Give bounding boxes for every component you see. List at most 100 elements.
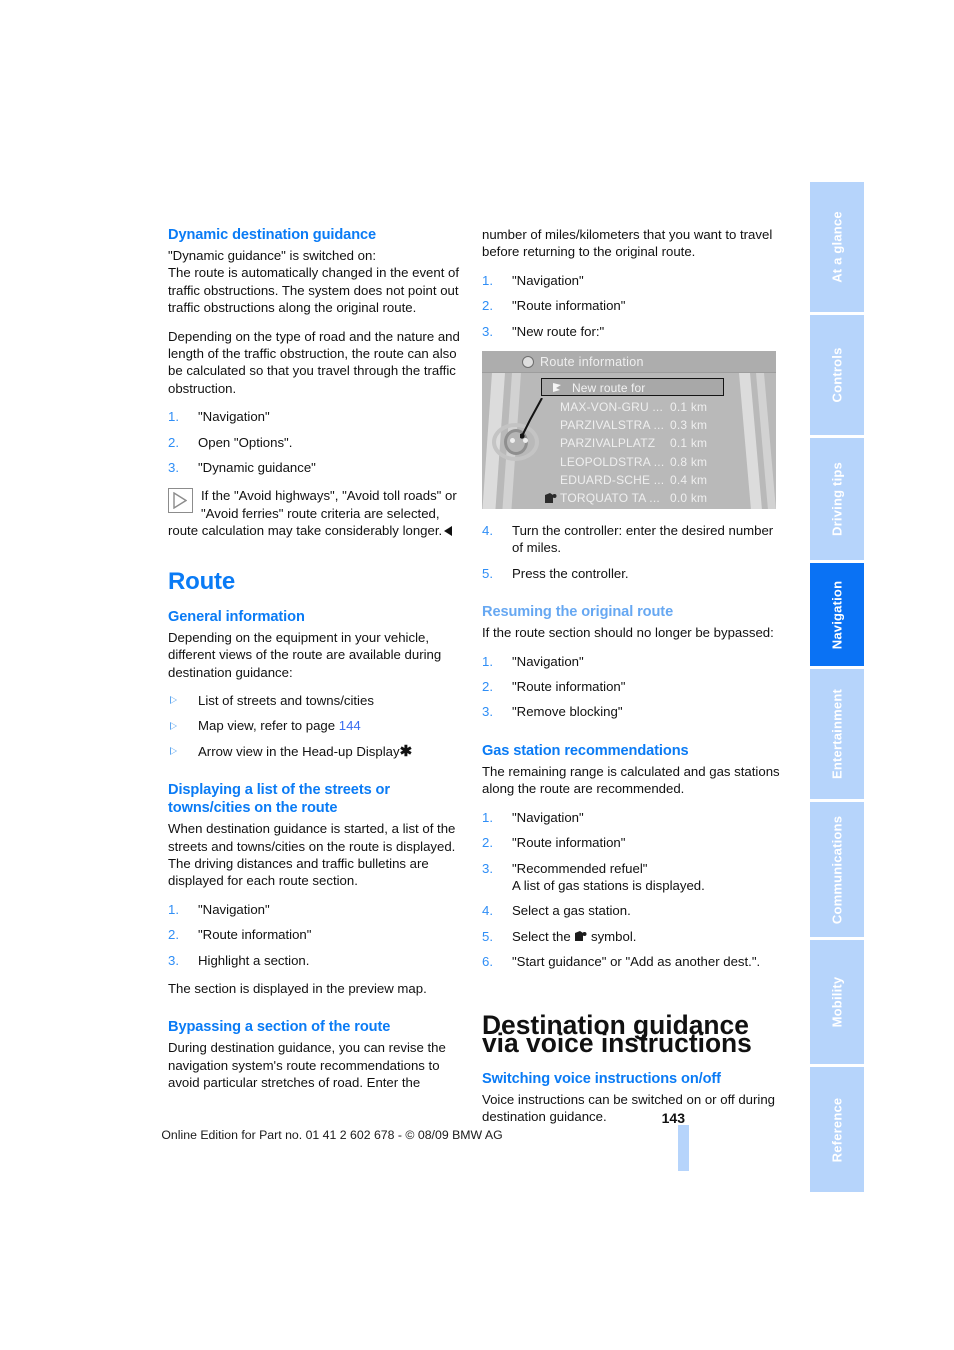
steps-resuming: "Navigation" "Route information" "Remove… xyxy=(482,653,784,722)
note-triangle-icon xyxy=(168,488,193,514)
step-item: "Recommended refuel" A list of gas stati… xyxy=(482,860,784,895)
sidebar-tab-driving-tips[interactable]: Driving tips xyxy=(810,438,864,560)
paragraph-dynamic-1: "Dynamic guidance" is switched on: The r… xyxy=(168,248,460,316)
step-item: Highlight a section. xyxy=(168,952,310,970)
bullets-route-views: List of streets and towns/cities Map vie… xyxy=(168,692,470,760)
highlighted-row-label: New route for xyxy=(572,381,646,396)
sidebar-tab-label: Mobility xyxy=(829,976,845,1028)
route-distance: 0.1 km xyxy=(670,400,708,415)
list-item: Map view, refer to page 144 xyxy=(168,717,470,734)
paragraph-displaying-list: When destination guidance is started, a … xyxy=(168,821,456,889)
screenshot-route-list: MAX-VON-GRU ... 0.1 km PARZIVALSTRA ... … xyxy=(482,399,776,508)
route-distance: 0.0 km xyxy=(670,490,708,505)
sidebar-tab-navigation[interactable]: Navigation xyxy=(810,563,864,666)
note-text: If the "Avoid highways", "Avoid toll roa… xyxy=(168,488,457,539)
step-label-suffix: symbol. xyxy=(587,928,637,944)
sidebar-tab-communications[interactable]: Communications xyxy=(810,802,864,937)
step-sublabel: A list of gas stations is displayed. xyxy=(512,877,705,893)
step-item: "Route information" xyxy=(482,297,626,315)
step-item: "Navigation" xyxy=(482,809,584,827)
step-item: "Route information" xyxy=(168,926,312,944)
route-street-name: TORQUATO TA ... xyxy=(560,490,660,505)
steps-dynamic-guidance: "Navigation" Open "Options". "Dynamic gu… xyxy=(168,408,470,477)
table-row[interactable]: EDUARD-SCHE ... 0.4 km xyxy=(482,472,776,490)
sidebar-tab-label: Communications xyxy=(829,815,845,924)
list-item: List of streets and towns/cities xyxy=(168,692,470,709)
step-item: "Navigation" xyxy=(482,653,584,671)
screenshot-title: Route information xyxy=(540,355,644,370)
step-item: Select a gas station. xyxy=(482,902,631,920)
heading-displaying-list: Displaying a list of the streets or town… xyxy=(168,782,390,817)
sidebar-tab-label: Driving tips xyxy=(829,462,845,536)
step-item: Turn the controller: enter the desired n… xyxy=(482,522,774,556)
step-item: Select the symbol. xyxy=(482,928,784,946)
triangle-bullet-icon xyxy=(170,747,177,756)
steps-gas-stations: "Navigation" "Route information" "Recomm… xyxy=(482,809,784,971)
footer-accent-bar xyxy=(678,1125,689,1171)
gas-pump-icon xyxy=(575,930,587,941)
steps-bypassing: "Navigation" "Route information" "New ro… xyxy=(482,272,784,341)
step-label-prefix: Select the xyxy=(512,928,575,944)
paragraph-dynamic-2: Depending on the type of road and the na… xyxy=(168,328,460,396)
list-item-label: Arrow view in the Head-up Display xyxy=(198,743,400,759)
table-row[interactable]: MAX-VON-GRU ... 0.1 km xyxy=(482,399,776,417)
sidebar-tab-at-a-glance[interactable]: At a glance xyxy=(810,182,864,312)
page-reference-link[interactable]: 144 xyxy=(339,718,361,733)
list-item-label: Map view, refer to page xyxy=(198,718,339,734)
step-item: "Navigation" xyxy=(168,901,270,919)
chapter-title-voice-instructions: Destination guidance via voice instructi… xyxy=(482,1010,752,1058)
route-street-name: PARZIVALSTRA ... xyxy=(560,418,665,433)
detour-flag-icon xyxy=(553,383,561,393)
route-distance: 0.4 km xyxy=(670,472,708,487)
step-item: "Route information" xyxy=(482,678,626,696)
compass-icon xyxy=(522,356,534,369)
step-item: "New route for:" xyxy=(482,323,605,341)
step-item: "Navigation" xyxy=(482,272,584,290)
right-column: number of miles/kilometers that you want… xyxy=(482,226,784,1137)
sidebar-tab-label: Reference xyxy=(829,1097,845,1162)
screenshot-highlighted-row[interactable]: New route for xyxy=(541,378,724,397)
paragraph-preview-map: The section is displayed in the preview … xyxy=(168,980,427,996)
navigation-screenshot: Route information New route for MAX-VON-… xyxy=(482,351,776,510)
table-row[interactable]: PARZIVALPLATZ 0.1 km xyxy=(482,435,776,453)
route-street-name: PARZIVALPLATZ xyxy=(560,436,656,451)
step-item: "Navigation" xyxy=(168,408,270,426)
route-street-name: LEOPOLDSTRA ... xyxy=(560,454,665,469)
left-column: Dynamic destination guidance "Dynamic gu… xyxy=(168,226,470,1103)
chapter-tab-rail: At a glance Controls Driving tips Naviga… xyxy=(810,182,864,1195)
sidebar-tab-label: Controls xyxy=(829,347,845,403)
route-distance: 0.1 km xyxy=(670,436,708,451)
note-block: If the "Avoid highways", "Avoid toll roa… xyxy=(168,487,470,539)
step-item: "Route information" xyxy=(482,834,626,852)
heading-switching-voice: Switching voice instructions on/off xyxy=(482,1070,721,1087)
steps-bypassing-continued: Turn the controller: enter the desired n… xyxy=(482,522,784,583)
step-item: Press the controller. xyxy=(482,565,629,583)
step-item: "Dynamic guidance" xyxy=(168,459,316,477)
route-distance: 0.8 km xyxy=(670,454,708,469)
route-street-name: MAX-VON-GRU ... xyxy=(560,400,664,415)
chapter-title-route: Route xyxy=(168,567,235,595)
table-row[interactable]: PARZIVALSTRA ... 0.3 km xyxy=(482,417,776,435)
table-row[interactable]: TORQUATO TA ... 0.0 km xyxy=(482,490,776,508)
step-item: "Remove blocking" xyxy=(482,703,623,721)
table-row[interactable]: LEOPOLDSTRA ... 0.8 km xyxy=(482,454,776,472)
step-label: "Recommended refuel" xyxy=(512,860,648,876)
route-street-name: EDUARD-SCHE ... xyxy=(560,472,665,487)
gas-pump-icon xyxy=(545,492,557,503)
paragraph-resuming: If the route section should no longer be… xyxy=(482,625,774,641)
paragraph-gas-stations: The remaining range is calculated and ga… xyxy=(482,763,780,797)
route-distance: 0.3 km xyxy=(670,418,708,433)
footer-imprint: Online Edition for Part no. 01 41 2 602 … xyxy=(161,1128,503,1142)
paragraph-bypassing-section: During destination guidance, you can rev… xyxy=(168,1040,446,1091)
sidebar-tab-label: Navigation xyxy=(829,580,845,649)
sidebar-tab-controls[interactable]: Controls xyxy=(810,315,864,435)
sidebar-tab-label: Entertainment xyxy=(829,688,845,780)
asterisk-optional-icon: ✱ xyxy=(399,742,413,760)
sidebar-tab-reference[interactable]: Reference xyxy=(810,1067,864,1192)
sidebar-tab-entertainment[interactable]: Entertainment xyxy=(810,669,864,799)
triangle-bullet-icon xyxy=(170,696,177,705)
list-item-label: List of streets and towns/cities xyxy=(198,692,374,708)
page-number: 143 xyxy=(661,1110,685,1126)
heading-gas-station-recommendations: Gas station recommendations xyxy=(482,742,689,759)
sidebar-tab-mobility[interactable]: Mobility xyxy=(810,940,864,1064)
